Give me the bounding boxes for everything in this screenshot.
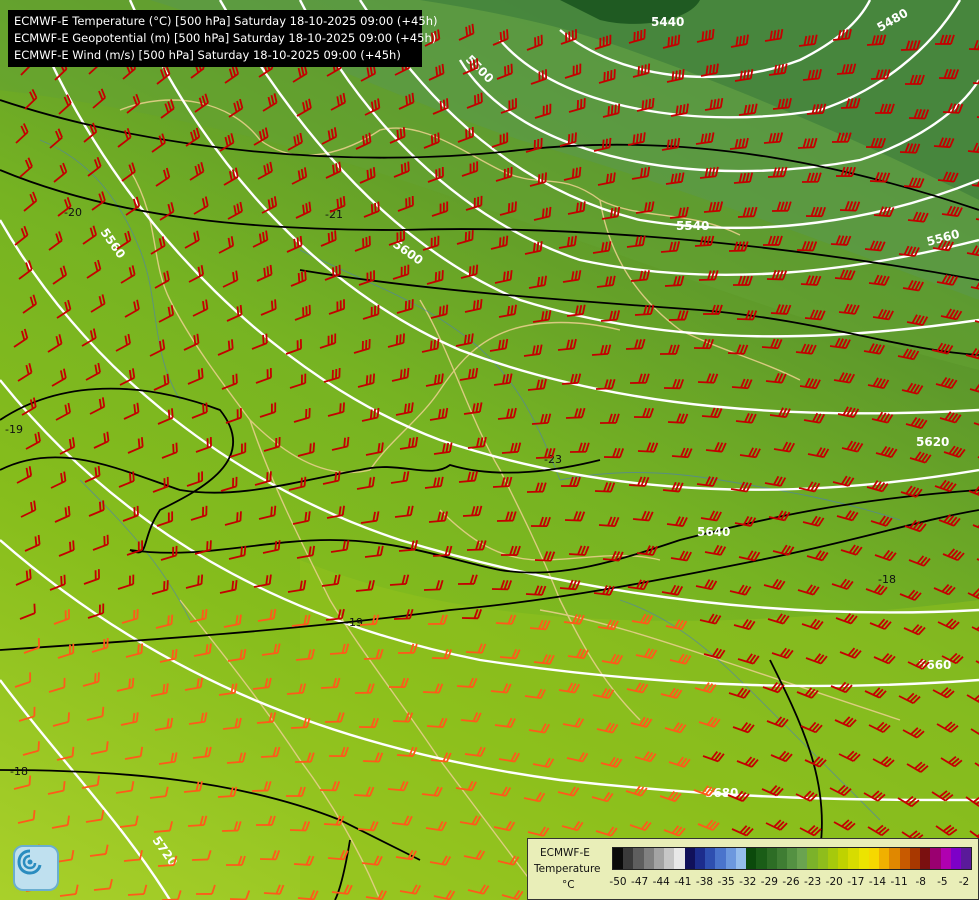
legend-swatch: [766, 848, 777, 869]
map-title-box: ECMWF-E Temperature (°C) [500 hPa] Satur…: [8, 10, 437, 67]
legend-swatch: [827, 848, 839, 869]
legend-swatch: [684, 848, 695, 869]
legend-tick-label: -29: [760, 876, 778, 888]
legend-title-unit: °C: [562, 879, 575, 891]
legend-swatch: [909, 848, 921, 869]
legend-swatch: [705, 848, 716, 869]
legend-tick-label: -44: [652, 876, 670, 888]
legend-swatch: [776, 848, 787, 869]
isotherm-label-19-w: -19: [5, 423, 23, 436]
legend-swatch: [899, 848, 910, 869]
legend-title-variable: Temperature: [534, 863, 601, 875]
legend-tick-label: -5: [937, 876, 948, 888]
legend-swatch: [920, 848, 931, 869]
legend-swatch: [940, 848, 951, 869]
isotherm-label-18-sw: -18: [10, 765, 28, 778]
isotherm-label-20: -20: [64, 206, 82, 219]
legend-swatch: [889, 848, 900, 869]
temperature-legend: ECMWF-E Temperature °C -50 -47 -44 -41 -38 -3…: [527, 838, 979, 900]
title-temperature: ECMWF-E Temperature (°C) [500 hPa] Satur…: [14, 14, 438, 28]
weather-map[interactable]: 5440 5480 5500 5540 5560 5560 5600 5620 …: [0, 0, 979, 900]
geopotential-label-5540: 5540: [676, 219, 709, 233]
legend-tick-label: -35: [717, 876, 735, 888]
legend-tick-label: -14: [868, 876, 887, 888]
legend-tick-label: -8: [915, 876, 926, 888]
legend-swatch: [715, 848, 726, 869]
legend-swatch: [848, 848, 859, 869]
isotherm-label-19-s: -19: [345, 616, 363, 629]
legend-tick-label: -23: [804, 876, 822, 888]
legend-swatch: [633, 848, 644, 869]
legend-swatch: [613, 848, 624, 869]
legend-tick-label: -41: [674, 876, 692, 888]
geopotential-label-5620: 5620: [916, 435, 949, 449]
legend-tick-label: -38: [695, 876, 714, 888]
legend-swatch: [725, 848, 736, 869]
legend-color-bar: [612, 847, 972, 870]
map-canvas: 5440 5480 5500 5540 5560 5560 5600 5620 …: [0, 0, 979, 900]
legend-tick-label: -32: [739, 876, 757, 888]
legend-title-model: ECMWF-E: [540, 847, 590, 859]
legend-swatch: [746, 848, 757, 869]
title-geopotential: ECMWF-E Geopotential (m) [500 hPa] Satur…: [14, 31, 437, 45]
legend-tick-label: -17: [847, 876, 865, 888]
legend-swatch: [674, 848, 685, 869]
legend-tick-label: -2: [958, 876, 970, 888]
legend-swatch: [879, 848, 890, 869]
ecmwf-logo-icon: [13, 845, 59, 891]
legend-tick-label: -20: [825, 876, 843, 888]
legend-swatch: [653, 848, 665, 869]
legend-swatch: [868, 848, 880, 869]
legend-swatch: [664, 848, 675, 869]
legend-swatch: [735, 848, 747, 869]
legend-swatch: [858, 848, 869, 869]
legend-ticks: -50 -47 -44 -41 -38 -35 -32 -29 -26 -23 -20 -17 -14-…: [609, 876, 970, 890]
legend-tick-label: -26: [782, 876, 800, 888]
title-wind: ECMWF-E Wind (m/s) [500 hPa] Saturday 18…: [14, 48, 401, 62]
legend-swatch: [838, 848, 849, 869]
legend-swatch: [817, 848, 828, 869]
legend-swatch: [960, 848, 972, 869]
isotherm-label-18-e: -18: [878, 573, 896, 586]
legend-swatch: [756, 848, 767, 869]
legend-swatch: [950, 848, 961, 869]
legend-swatch: [797, 848, 808, 869]
geopotential-label-5640: 5640: [697, 525, 730, 539]
legend-swatch: [623, 848, 634, 869]
legend-tick-label: -50: [609, 876, 627, 888]
legend-tick-label: -47: [631, 876, 649, 888]
geopotential-label-5440: 5440: [651, 15, 684, 29]
legend-swatch: [643, 848, 654, 869]
legend-swatch: [694, 848, 706, 869]
legend-swatch: [930, 848, 941, 869]
legend-swatch: [786, 848, 798, 869]
legend-swatch: [807, 848, 818, 869]
legend-tick-label: -11: [890, 876, 908, 888]
